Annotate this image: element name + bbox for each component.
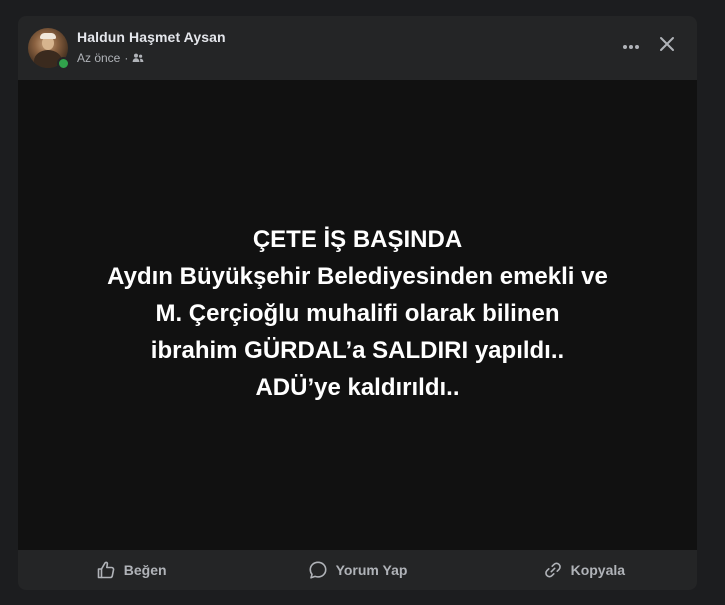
author-name[interactable]: Haldun Haşmet Aysan <box>77 29 226 45</box>
comment-label: Yorum Yap <box>335 562 408 578</box>
like-button[interactable]: Beğen <box>18 553 244 587</box>
more-options-button[interactable] <box>618 33 644 59</box>
post-card: Haldun Haşmet Aysan Az önce · ÇETE İŞ BA… <box>18 16 697 590</box>
close-button[interactable] <box>654 33 680 59</box>
link-icon <box>543 560 563 580</box>
like-label: Beğen <box>123 562 167 578</box>
post-text-line: ibrahim GÜRDAL’a SALDIRI yapıldı.. <box>150 336 565 364</box>
post-content: ÇETE İŞ BAŞINDA Aydın Büyükşehir Belediy… <box>18 80 697 550</box>
close-icon <box>659 36 675 57</box>
post-text-line: ADÜ’ye kaldırıldı.. <box>255 373 460 401</box>
post-actions: Beğen Yorum Yap Kopyala <box>18 550 697 590</box>
post-meta: Az önce · <box>77 51 144 65</box>
post-text: ÇETE İŞ BAŞINDA Aydın Büyükşehir Belediy… <box>107 221 608 406</box>
meta-separator: · <box>124 51 129 65</box>
online-status-indicator <box>57 57 70 70</box>
copy-link-button[interactable]: Kopyala <box>471 553 697 587</box>
post-timestamp[interactable]: Az önce <box>77 51 120 65</box>
copy-label: Kopyala <box>570 562 626 578</box>
post-text-line: Aydın Büyükşehir Belediyesinden emekli v… <box>107 262 608 290</box>
more-horizontal-icon <box>622 37 640 55</box>
post-header: Haldun Haşmet Aysan Az önce · <box>18 16 697 80</box>
comment-icon <box>308 560 328 580</box>
avatar-hat <box>40 33 56 39</box>
post-text-line: M. Çerçioğlu muhalifi olarak bilinen <box>155 299 560 327</box>
avatar[interactable] <box>28 28 70 70</box>
comment-button[interactable]: Yorum Yap <box>244 553 470 587</box>
friends-icon[interactable] <box>132 52 144 64</box>
thumbs-up-icon <box>96 560 116 580</box>
post-text-line: ÇETE İŞ BAŞINDA <box>252 225 463 253</box>
